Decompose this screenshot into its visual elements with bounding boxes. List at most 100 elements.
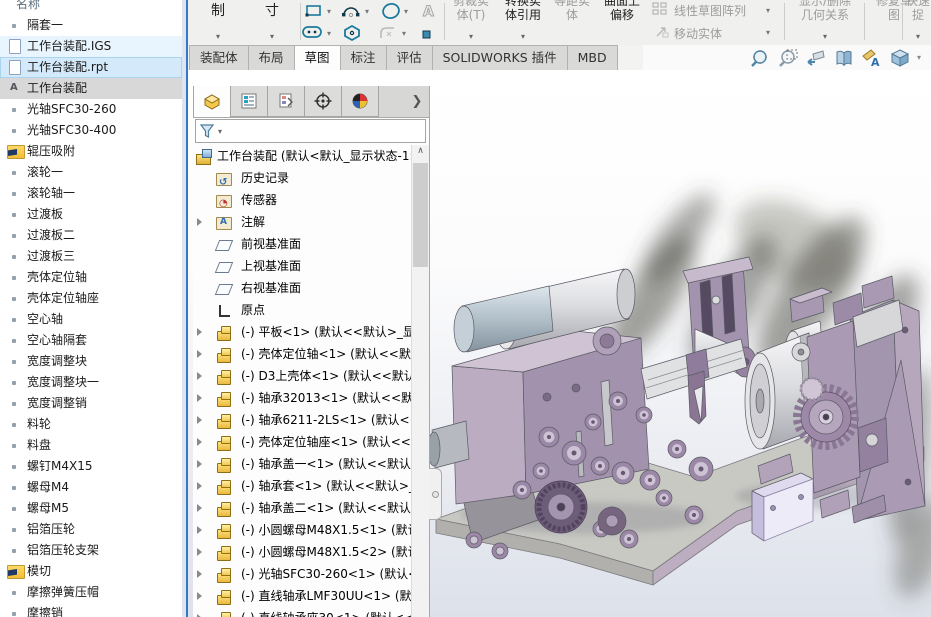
convert-entities-button[interactable]: 转换实 体引用 <box>498 0 548 45</box>
move-entities-button[interactable]: 移动实体 <box>674 25 722 42</box>
list-item[interactable]: 空心轴隔套 <box>0 330 182 351</box>
list-item[interactable]: 过渡板 <box>0 204 182 225</box>
chevron-down-icon[interactable] <box>404 7 408 16</box>
linear-sketch-pattern-button[interactable]: 线性草图阵列 <box>674 2 746 19</box>
polygon-tool-icon[interactable] <box>342 24 362 42</box>
tree-component-row[interactable]: (-) 轴承盖二<1> (默认<<默认>_ <box>193 497 411 519</box>
tree-component-row[interactable]: (-) D3上壳体<1> (默认<<默认> <box>193 365 411 387</box>
chevron-down-icon[interactable] <box>766 6 770 15</box>
chevron-down-icon[interactable] <box>218 127 222 136</box>
section-view-icon[interactable] <box>833 48 855 68</box>
dimxpertmanager-tab[interactable] <box>304 86 342 117</box>
tree-component-row[interactable]: (-) 直线轴承LMF30UU<1> (默认 <box>193 585 411 607</box>
tree-item[interactable]: 右视基准面 <box>193 277 411 299</box>
ribbon-tab[interactable]: 布局 <box>248 45 295 70</box>
tree-component-row[interactable]: (-) 直线轴承座30<1> (默认<<默 <box>193 607 411 617</box>
view-annotations-icon[interactable]: A <box>861 48 883 68</box>
tree-component-row[interactable]: (-) 轴承32013<1> (默认<<默认 <box>193 387 411 409</box>
zoom-to-area-icon[interactable] <box>777 48 799 68</box>
expand-arrow-icon[interactable] <box>197 218 202 226</box>
tree-component-row[interactable]: (-) 小圆螺母M48X1.5<1> (默认 <box>193 519 411 541</box>
previous-view-icon[interactable] <box>805 48 827 68</box>
tree-item[interactable]: 上视基准面 <box>193 255 411 277</box>
list-item[interactable]: 工作台装配 <box>0 78 182 99</box>
offset-entities-button[interactable]: 等距实 体 <box>550 0 594 45</box>
featuremanager-tab[interactable] <box>193 86 231 117</box>
trim-entities-button[interactable]: 剪裁实 体(T) <box>448 0 494 45</box>
chevron-down-icon[interactable] <box>766 28 770 37</box>
expand-arrow-icon[interactable] <box>197 548 202 556</box>
tree-component-row[interactable]: (-) 轴承套<1> (默认<<默认>_显 <box>193 475 411 497</box>
chevron-down-icon[interactable] <box>917 53 921 62</box>
list-item[interactable]: 壳体定位轴座 <box>0 288 182 309</box>
scrollbar-thumb[interactable] <box>413 163 428 267</box>
list-item[interactable]: 料盘 <box>0 435 182 456</box>
tree-component-row[interactable]: (-) 光轴SFC30-260<1> (默认<< <box>193 563 411 585</box>
chevron-down-icon[interactable] <box>248 32 296 41</box>
list-item[interactable]: 隔套一 <box>0 15 182 36</box>
expand-arrow-icon[interactable] <box>197 482 202 490</box>
list-item[interactable]: 宽度调整块一 <box>0 372 182 393</box>
list-item[interactable]: 模切 <box>0 561 182 582</box>
tree-item[interactable]: 历史记录 <box>193 167 411 189</box>
tree-item[interactable]: 传感器 <box>193 189 411 211</box>
panel-splitter-handle[interactable] <box>429 468 442 520</box>
tree-component-row[interactable]: (-) 壳体定位轴座<1> (默认<<默 <box>193 431 411 453</box>
arc-tool-icon[interactable] <box>341 2 361 20</box>
offset-on-surface-button[interactable]: 曲面上 偏移 <box>596 0 648 45</box>
chevron-down-icon[interactable] <box>194 32 242 41</box>
ellipse-tool-icon[interactable] <box>380 2 400 20</box>
name-column-header[interactable]: 名称 <box>16 0 40 11</box>
list-item[interactable]: 辊压吸附 <box>0 141 182 162</box>
list-item[interactable]: 料轮 <box>0 414 182 435</box>
configurationmanager-tab[interactable] <box>267 86 305 117</box>
list-item[interactable]: 过渡板三 <box>0 246 182 267</box>
expand-arrow-icon[interactable] <box>197 592 202 600</box>
expand-arrow-icon[interactable] <box>197 438 202 446</box>
list-item[interactable]: 铝箔压轮支架 <box>0 540 182 561</box>
tree-component-row[interactable]: (-) 小圆螺母M48X1.5<2> (默认 <box>193 541 411 563</box>
list-item[interactable]: 摩擦弹簧压帽 <box>0 582 182 603</box>
chevron-down-icon[interactable] <box>498 32 548 41</box>
ribbon-tab[interactable]: 标注 <box>340 45 387 70</box>
tree-component-row[interactable]: (-) 壳体定位轴<1> (默认<<默认 <box>193 343 411 365</box>
slot-tool-icon[interactable] <box>301 24 321 42</box>
sketch-button[interactable]: 制 <box>194 0 242 45</box>
expand-arrow-icon[interactable] <box>197 570 202 578</box>
ribbon-tab[interactable]: 草图 <box>294 45 341 70</box>
list-item[interactable]: 宽度调整销 <box>0 393 182 414</box>
displaymanager-tab[interactable] <box>341 86 379 117</box>
ribbon-tab[interactable]: MBD <box>567 45 618 70</box>
list-item[interactable]: 螺钉M4X15 <box>0 456 182 477</box>
chevron-down-icon[interactable] <box>327 7 331 16</box>
list-item[interactable]: 工作台装配.IGS <box>0 36 182 57</box>
scroll-up-icon[interactable] <box>412 145 429 160</box>
expand-arrow-icon[interactable] <box>197 416 202 424</box>
expand-arrow-icon[interactable] <box>197 350 202 358</box>
ribbon-tab[interactable]: 评估 <box>386 45 433 70</box>
smart-dimension-button[interactable]: 寸 <box>248 0 296 45</box>
expand-arrow-icon[interactable] <box>197 504 202 512</box>
list-item[interactable]: 宽度调整块 <box>0 351 182 372</box>
tree-item[interactable]: 注解 <box>193 211 411 233</box>
chevron-down-icon[interactable] <box>327 29 331 38</box>
list-item[interactable]: 工作台装配.rpt <box>0 57 182 78</box>
list-item[interactable]: 壳体定位轴 <box>0 267 182 288</box>
view-orientation-icon[interactable] <box>889 48 911 68</box>
list-item[interactable]: 螺母M4 <box>0 477 182 498</box>
propertymanager-tab[interactable] <box>230 86 268 117</box>
list-item[interactable]: 摩擦销 <box>0 603 182 617</box>
tree-filter-input[interactable] <box>195 119 426 143</box>
expand-arrow-icon[interactable] <box>197 460 202 468</box>
list-item[interactable]: 光轴SFC30-260 <box>0 99 182 120</box>
list-item[interactable]: 滚轮轴一 <box>0 183 182 204</box>
display-relations-button[interactable]: 显示/删除 几何关系 <box>790 0 860 45</box>
expand-arrow-icon[interactable] <box>197 328 202 336</box>
chevron-down-icon[interactable] <box>790 32 860 41</box>
rectangle-tool-icon[interactable] <box>304 2 324 20</box>
chevron-down-icon[interactable] <box>402 29 406 38</box>
tree-root-assembly[interactable]: 工作台装配 (默认<默认_显示状态-1: <box>193 145 411 167</box>
ribbon-tab[interactable]: SOLIDWORKS 插件 <box>432 45 568 70</box>
expand-arrow-icon[interactable] <box>197 372 202 380</box>
list-item[interactable]: 螺母M5 <box>0 498 182 519</box>
